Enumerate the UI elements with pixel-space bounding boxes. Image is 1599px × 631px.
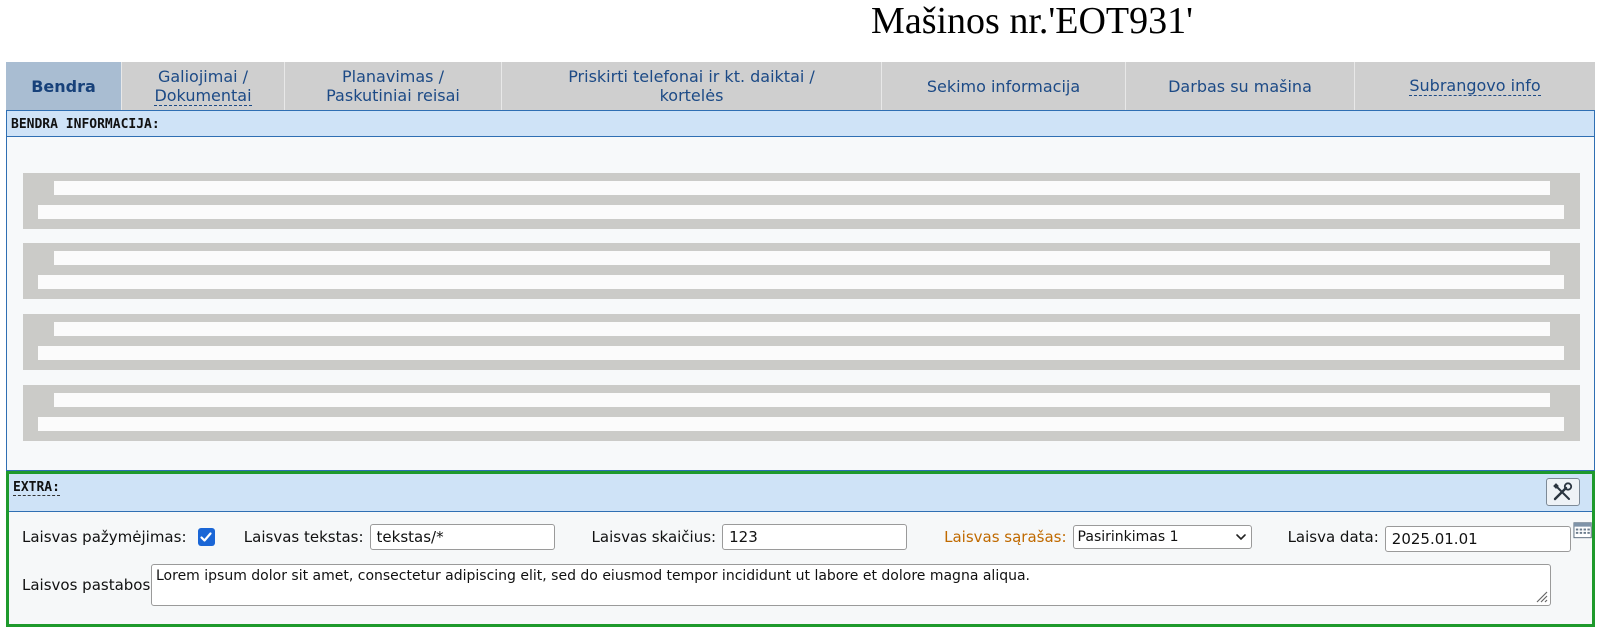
extra-fields-row: Laisvas pažymėjimas: Laisvas tekstas: La…	[9, 520, 1592, 554]
checkmark-icon	[200, 532, 212, 542]
tools-icon	[1553, 482, 1573, 501]
tab-label: Bendra	[31, 76, 96, 96]
tab-sekimo-informacija[interactable]: Sekimo informacija	[882, 62, 1126, 110]
tab-label-line: Priskirti telefonai ir kt. daiktai /	[568, 67, 815, 86]
tab-label-line: Paskutiniai reisai	[326, 86, 460, 105]
tab-label-line: Galiojimai /	[157, 66, 249, 86]
resize-grip-icon[interactable]	[1534, 589, 1548, 603]
general-info-header: BENDRA INFORMACIJA:	[7, 111, 1594, 137]
calendar-icon[interactable]	[1573, 521, 1592, 539]
extra-section: EXTRA: Laisvas pažymėjimas: Laisvas teks…	[6, 471, 1595, 627]
tab-label-line: Planavimas /	[342, 67, 444, 86]
tools-button[interactable]	[1546, 478, 1580, 506]
tab-label: Galiojimai / Dokumentai	[154, 66, 252, 106]
free-number-input[interactable]	[722, 524, 908, 550]
free-date-input[interactable]	[1384, 526, 1571, 552]
extra-title: EXTRA:	[13, 480, 60, 496]
tab-label: Darbas su mašina	[1168, 76, 1312, 96]
notes-text: Lorem ipsum dolor sit amet, consectetur …	[156, 568, 1030, 584]
general-info-section: BENDRA INFORMACIJA:	[6, 111, 1595, 471]
placeholder-line	[54, 393, 1550, 407]
free-checkbox[interactable]	[197, 528, 215, 546]
tab-galiojimai-dokumentai[interactable]: Galiojimai / Dokumentai	[122, 62, 285, 110]
date-label: Laisva data:	[1287, 528, 1379, 546]
placeholder-line	[38, 346, 1564, 360]
chevron-down-icon	[1235, 534, 1246, 541]
loading-placeholder	[23, 314, 1580, 370]
tab-bar: Bendra Galiojimai / Dokumentai Planavima…	[6, 62, 1595, 111]
loading-placeholder	[23, 243, 1580, 299]
tab-label: Priskirti telefonai ir kt. daiktai / kor…	[568, 67, 815, 105]
tab-label: Planavimas / Paskutiniai reisai	[326, 67, 460, 105]
tab-priskirti-telefonai[interactable]: Priskirti telefonai ir kt. daiktai / kor…	[502, 62, 882, 110]
checkbox-label: Laisvas pažymėjimas:	[22, 528, 187, 546]
loading-placeholder	[23, 385, 1580, 441]
list-label: Laisvas sąrašas:	[944, 528, 1067, 546]
placeholder-line	[54, 181, 1550, 195]
tab-label-line: kortelės	[659, 86, 724, 105]
tab-darbas-su-masina[interactable]: Darbas su mašina	[1126, 62, 1355, 110]
number-label: Laisvas skaičius:	[591, 528, 717, 546]
tab-label: Subrangovo info	[1409, 76, 1541, 96]
text-label: Laisvas tekstas:	[243, 528, 364, 546]
select-value: Pasirinkimas 1	[1077, 529, 1179, 545]
tab-subrangovo-info[interactable]: Subrangovo info	[1355, 62, 1595, 110]
extra-header: EXTRA:	[9, 474, 1592, 512]
placeholder-line	[54, 251, 1550, 265]
placeholder-line	[54, 322, 1550, 336]
placeholder-line	[38, 205, 1564, 219]
notes-label: Laisvos pastabos:	[22, 576, 156, 594]
placeholder-line	[38, 417, 1564, 431]
tab-bendra[interactable]: Bendra	[6, 62, 122, 110]
page-title: Mašinos nr.'EOT931'	[871, 0, 1193, 42]
free-notes-textarea[interactable]: Lorem ipsum dolor sit amet, consectetur …	[151, 564, 1551, 606]
placeholder-line	[38, 275, 1564, 289]
loading-placeholder	[23, 173, 1580, 229]
free-text-input[interactable]	[369, 524, 555, 550]
free-list-select[interactable]: Pasirinkimas 1	[1072, 525, 1252, 549]
tab-label: Sekimo informacija	[926, 76, 1081, 96]
tab-planavimas[interactable]: Planavimas / Paskutiniai reisai	[285, 62, 502, 110]
tab-label-line: Dokumentai	[154, 85, 252, 105]
